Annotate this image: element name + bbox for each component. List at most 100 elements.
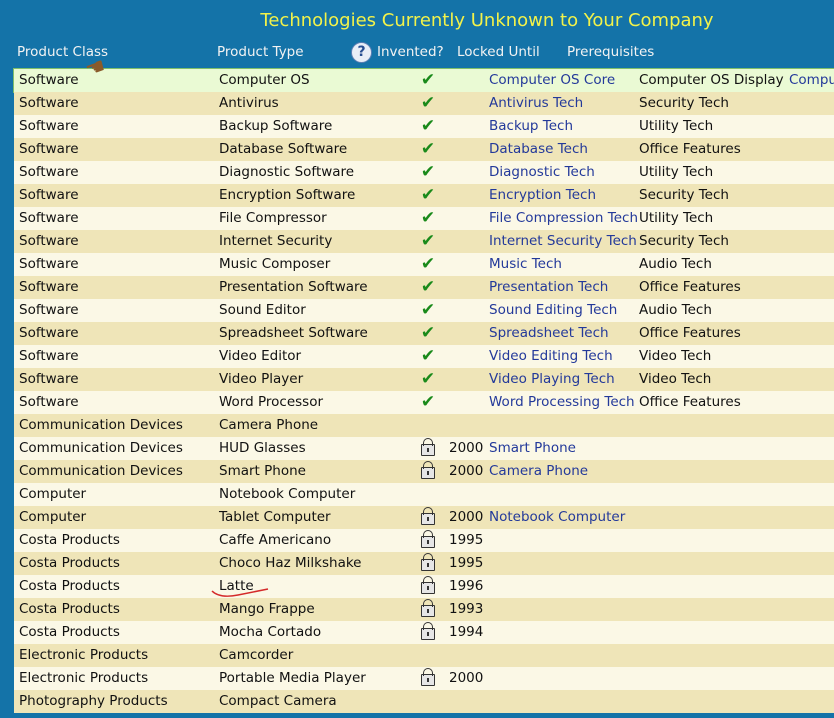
- table-row[interactable]: Software Presentation Software ✔ Presentati…: [14, 276, 834, 299]
- checkmark-icon: ✔: [420, 277, 436, 297]
- locked-until-cell: 2000: [449, 670, 484, 686]
- table-row[interactable]: Photography Products Compact Camera: [14, 690, 834, 713]
- table-row[interactable]: Communication Devices Camera Phone: [14, 414, 834, 437]
- product-type-cell: Spreadsheet Software: [219, 325, 368, 341]
- prerequisite-link[interactable]: Spreadsheet Tech: [489, 322, 609, 345]
- product-class-cell: Software: [19, 279, 79, 295]
- table-row[interactable]: Software Backup Software ✔ Backup Tech Utili…: [14, 115, 834, 138]
- product-type-cell: Video Editor: [219, 348, 302, 364]
- lock-icon: [421, 599, 435, 617]
- invented-status-cell: [416, 552, 440, 575]
- lock-icon: [421, 461, 435, 479]
- prerequisite-link[interactable]: File Compression Tech: [489, 207, 638, 230]
- product-type-cell: Notebook Computer: [219, 486, 356, 502]
- product-class-cell: Software: [19, 233, 79, 249]
- table-row[interactable]: Software Word Processor ✔ Word Processing T…: [14, 391, 834, 414]
- prerequisite-link[interactable]: Camera Phone: [489, 460, 588, 483]
- checkmark-icon: ✔: [420, 93, 436, 113]
- checkmark-icon: ✔: [420, 139, 436, 159]
- lock-icon: [421, 668, 435, 686]
- prerequisite-cell: Video Tech: [639, 371, 712, 387]
- invented-status-cell: ✔: [416, 230, 440, 253]
- table-row[interactable]: Software Internet Security ✔ Internet Secur…: [14, 230, 834, 253]
- table-row[interactable]: Computer Notebook Computer: [14, 483, 834, 506]
- product-class-cell: Communication Devices: [19, 440, 183, 456]
- product-type-cell: Backup Software: [219, 118, 333, 134]
- lock-icon: [421, 553, 435, 571]
- product-class-cell: Computer: [19, 486, 87, 502]
- prerequisite-link[interactable]: Video Playing Tech: [489, 368, 615, 391]
- locked-until-cell: 1994: [449, 624, 484, 640]
- invented-status-cell: ✔: [416, 368, 440, 391]
- table-row[interactable]: Software Sound Editor ✔ Sound Editing Tech A…: [14, 299, 834, 322]
- table-row[interactable]: Software Encryption Software ✔ Encryption T…: [14, 184, 834, 207]
- product-class-cell: Software: [19, 394, 79, 410]
- table-row[interactable]: Software Video Editor ✔ Video Editing Tech V…: [14, 345, 834, 368]
- locked-until-cell: 2000: [449, 509, 484, 525]
- left-border-strip: [0, 0, 14, 718]
- table-row[interactable]: Computer Tablet Computer 2000 Notebook Comp…: [14, 506, 834, 529]
- product-type-cell: Compact Camera: [219, 693, 337, 709]
- product-type-cell: Antivirus: [219, 95, 279, 111]
- product-class-cell: Photography Products: [19, 693, 168, 709]
- product-class-cell: Communication Devices: [19, 463, 183, 479]
- column-header-prerequisites[interactable]: Prerequisites: [567, 44, 654, 60]
- table-row[interactable]: Software Computer OS ✔ Computer OS Core Comp…: [13, 68, 834, 93]
- prerequisite-link[interactable]: Encryption Tech: [489, 184, 596, 207]
- product-type-cell: Portable Media Player: [219, 670, 366, 686]
- invented-status-cell: [416, 529, 440, 552]
- checkmark-icon: ✔: [420, 231, 436, 251]
- prerequisite-link[interactable]: Music Tech: [489, 253, 562, 276]
- table-row[interactable]: Software Antivirus ✔ Antivirus Tech Security…: [14, 92, 834, 115]
- table-row[interactable]: Costa Products Choco Haz Milkshake 1995: [14, 552, 834, 575]
- prerequisite-link[interactable]: Sound Editing Tech: [489, 299, 617, 322]
- lock-icon: [421, 438, 435, 456]
- prerequisite-link[interactable]: Presentation Tech: [489, 276, 608, 299]
- table-row[interactable]: Software File Compressor ✔ File Compression…: [14, 207, 834, 230]
- table-row[interactable]: Electronic Products Portable Media Player…: [14, 667, 834, 690]
- checkmark-icon: ✔: [420, 346, 436, 366]
- product-type-cell: Tablet Computer: [219, 509, 331, 525]
- table-row[interactable]: Software Video Player ✔ Video Playing Tech V…: [14, 368, 834, 391]
- prerequisite-link[interactable]: Computer OS Core: [489, 69, 615, 92]
- prerequisite-link[interactable]: Smart Phone: [489, 437, 576, 460]
- prerequisite-link[interactable]: Database Tech: [489, 138, 588, 161]
- prerequisite-link[interactable]: Internet Security Tech: [489, 230, 637, 253]
- table-row[interactable]: Costa Products Caffe Americano 1995: [14, 529, 834, 552]
- table-row[interactable]: Costa Products Latte 1996: [14, 575, 834, 598]
- product-class-cell: Costa Products: [19, 601, 120, 617]
- prerequisite-link[interactable]: Word Processing Tech: [489, 391, 635, 414]
- column-header-locked-until[interactable]: Locked Until: [457, 44, 540, 60]
- help-icon[interactable]: ?: [351, 42, 372, 63]
- table-row[interactable]: Costa Products Mocha Cortado 1994: [14, 621, 834, 644]
- checkmark-icon: ✔: [420, 162, 436, 182]
- invented-status-cell: ✔: [416, 115, 440, 138]
- checkmark-icon: ✔: [420, 208, 436, 228]
- prerequisite-link[interactable]: Backup Tech: [489, 115, 573, 138]
- column-header-invented[interactable]: Invented?: [377, 44, 444, 60]
- prerequisite-link[interactable]: Antivirus Tech: [489, 92, 583, 115]
- table-row[interactable]: Software Spreadsheet Software ✔ Spreadsheet…: [14, 322, 834, 345]
- invented-status-cell: ✔: [416, 276, 440, 299]
- prerequisite-link[interactable]: Diagnostic Tech: [489, 161, 595, 184]
- checkmark-icon: ✔: [420, 116, 436, 136]
- lock-icon: [421, 530, 435, 548]
- product-class-cell: Electronic Products: [19, 647, 149, 663]
- product-type-cell: Word Processor: [219, 394, 324, 410]
- table-row[interactable]: Communication Devices HUD Glasses 2000 Smar…: [14, 437, 834, 460]
- table-row[interactable]: Software Database Software ✔ Database Tech O…: [14, 138, 834, 161]
- prerequisite-cell: Security Tech: [639, 187, 729, 203]
- product-class-cell: Software: [19, 164, 79, 180]
- table-row[interactable]: Software Music Composer ✔ Music Tech Audio T…: [14, 253, 834, 276]
- prerequisite-link[interactable]: Compu: [789, 69, 834, 92]
- prerequisite-cell: Office Features: [639, 279, 741, 295]
- product-class-cell: Software: [19, 141, 79, 157]
- table-row[interactable]: Electronic Products Camcorder: [14, 644, 834, 667]
- table-row[interactable]: Costa Products Mango Frappe 1993: [14, 598, 834, 621]
- column-header-product-type[interactable]: Product Type: [217, 44, 304, 60]
- table-row[interactable]: Communication Devices Smart Phone 2000 Came…: [14, 460, 834, 483]
- table-row[interactable]: Software Diagnostic Software ✔ Diagnostic T…: [14, 161, 834, 184]
- prerequisite-link[interactable]: Video Editing Tech: [489, 345, 613, 368]
- prerequisite-link[interactable]: Notebook Computer: [489, 506, 625, 529]
- product-class-cell: Computer: [19, 509, 87, 525]
